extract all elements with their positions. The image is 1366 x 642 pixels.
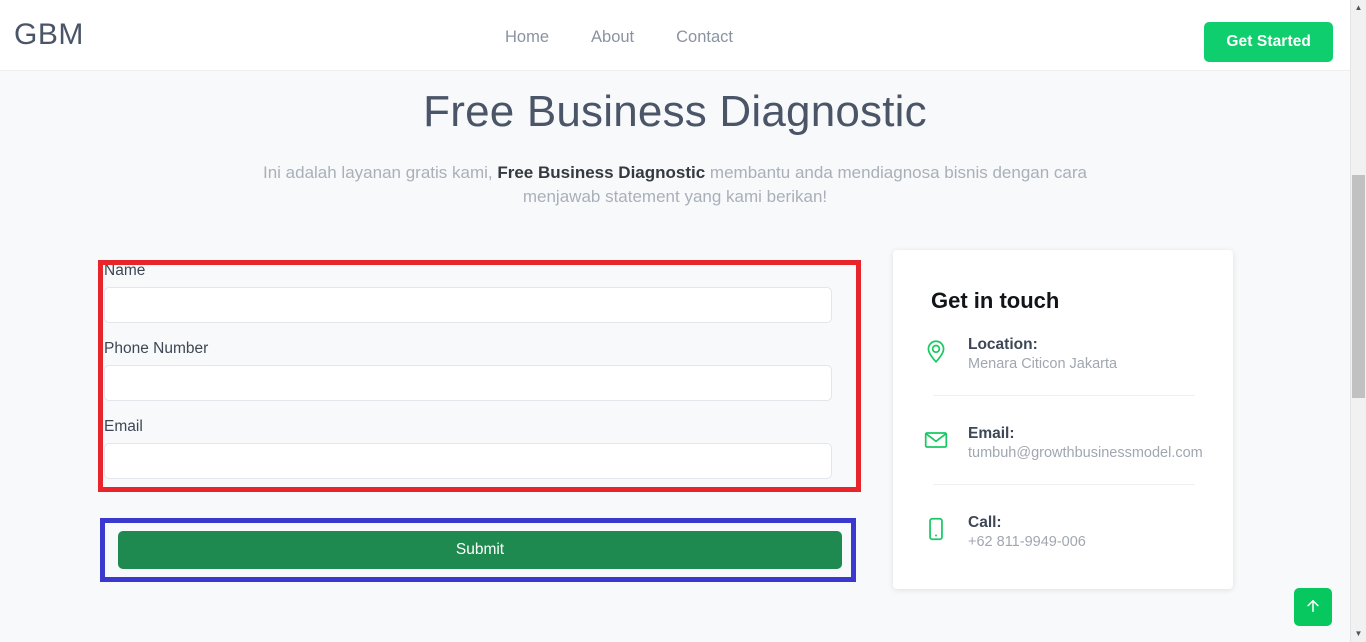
location-pin-icon bbox=[923, 338, 949, 364]
arrow-up-icon bbox=[1307, 599, 1319, 612]
mobile-phone-icon bbox=[923, 516, 949, 542]
email-value[interactable]: tumbuh@growthbusinessmodel.com bbox=[968, 445, 1203, 461]
scrollbar-thumb[interactable] bbox=[1352, 175, 1365, 398]
scroll-to-top-button[interactable] bbox=[1294, 588, 1332, 626]
submit-button[interactable]: Submit bbox=[118, 531, 842, 569]
scrollbar-down-button[interactable]: ▼ bbox=[1351, 626, 1366, 642]
vertical-scrollbar[interactable]: ▲ ▼ bbox=[1350, 0, 1366, 642]
nav-link-home[interactable]: Home bbox=[505, 28, 549, 47]
subtitle-text-before: Ini adalah layanan gratis kami, bbox=[262, 163, 498, 182]
contact-card: Get in touch Location: Menara Citicon Ja… bbox=[893, 250, 1233, 589]
contact-card-title: Get in touch bbox=[931, 288, 1060, 313]
form-field-email: Email bbox=[104, 418, 856, 479]
name-label: Name bbox=[104, 262, 146, 279]
scroll-down-arrow-icon: ▼ bbox=[1354, 629, 1363, 638]
browser-page: GBM Home About Contact Get Started Free … bbox=[0, 0, 1366, 642]
nav-link-contact[interactable]: Contact bbox=[676, 28, 733, 47]
form-field-name: Name bbox=[104, 262, 856, 323]
location-value: Menara Citicon Jakarta bbox=[968, 356, 1118, 372]
page-subtitle: Ini adalah layanan gratis kami, Free Bus… bbox=[225, 161, 1125, 209]
get-started-button[interactable]: Get Started bbox=[1204, 22, 1333, 62]
phone-number-input[interactable] bbox=[104, 365, 832, 401]
page-viewport: GBM Home About Contact Get Started Free … bbox=[0, 0, 1350, 642]
scrollbar-up-button[interactable]: ▲ bbox=[1351, 0, 1366, 16]
diagnostic-form: Name Phone Number Email bbox=[104, 262, 856, 479]
contact-divider-2 bbox=[933, 484, 1195, 485]
email-label: Email bbox=[104, 418, 143, 435]
call-title: Call: bbox=[968, 514, 1002, 531]
name-input[interactable] bbox=[104, 287, 832, 323]
envelope-icon bbox=[923, 427, 949, 453]
call-value[interactable]: +62 811-9949-006 bbox=[968, 534, 1086, 550]
contact-divider-1 bbox=[933, 395, 1195, 396]
scroll-up-arrow-icon: ▲ bbox=[1354, 3, 1363, 12]
site-logo[interactable]: GBM bbox=[14, 18, 84, 52]
nav-link-about[interactable]: About bbox=[591, 28, 634, 47]
email-title: Email: bbox=[968, 425, 1015, 442]
page-title: Free Business Diagnostic bbox=[423, 87, 927, 136]
form-field-phone: Phone Number bbox=[104, 340, 856, 401]
location-title: Location: bbox=[968, 336, 1038, 353]
phone-number-label: Phone Number bbox=[104, 340, 209, 357]
email-input[interactable] bbox=[104, 443, 832, 479]
subtitle-text-bold: Free Business Diagnostic bbox=[497, 163, 706, 182]
site-header: GBM Home About Contact Get Started bbox=[0, 0, 1350, 71]
main-navigation: Home About Contact bbox=[505, 28, 733, 47]
